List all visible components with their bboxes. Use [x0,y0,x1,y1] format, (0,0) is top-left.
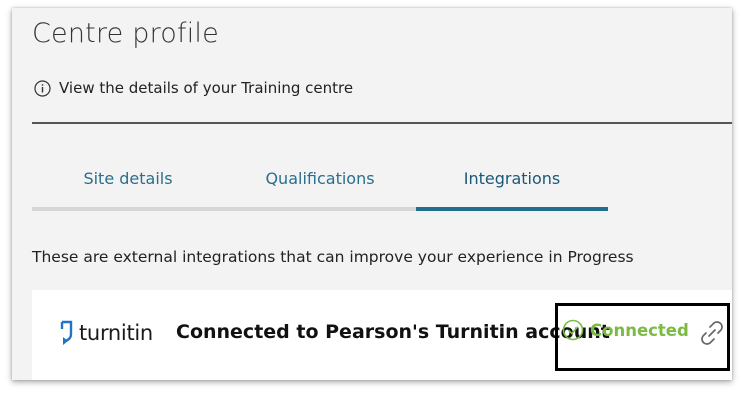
turnitin-logo-icon [60,320,74,346]
tab-site-details[interactable]: Site details [32,154,224,211]
centre-profile-card: Centre profile View the details of your … [12,8,732,380]
info-icon [34,79,51,97]
tab-integrations[interactable]: Integrations [416,154,608,211]
info-text: View the details of your Training centre [59,79,354,97]
integrations-intro: These are external integrations that can… [32,248,634,266]
connection-status: Connected [562,319,689,341]
unlink-icon[interactable] [700,321,724,345]
check-circle-icon [562,319,584,341]
info-row: View the details of your Training centre [34,79,353,97]
integration-description: Connected to Pearson's Turnitin account [176,321,610,343]
header-divider [32,122,732,124]
page-title: Centre profile [32,18,219,49]
profile-tabs: Site details Qualifications Integrations [32,154,608,211]
turnitin-logo: turnitin [60,320,153,346]
turnitin-logo-text: turnitin [79,321,153,345]
status-label: Connected [590,320,689,340]
tab-qualifications[interactable]: Qualifications [224,154,416,211]
